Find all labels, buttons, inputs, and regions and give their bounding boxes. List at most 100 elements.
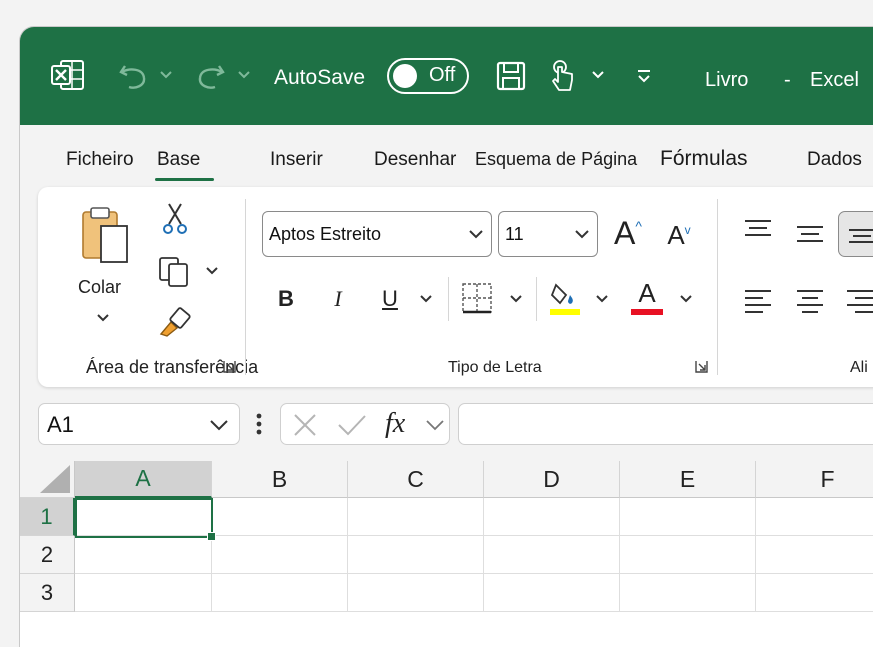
spreadsheet-grid: A B C D E F 1 2 3	[20, 461, 873, 647]
select-all-triangle-icon	[40, 465, 70, 493]
chevron-down-icon[interactable]	[425, 419, 445, 431]
toolbar-divider	[448, 277, 449, 321]
align-top-icon[interactable]	[742, 217, 774, 241]
select-all-button[interactable]	[20, 461, 75, 498]
toolbar-divider	[536, 277, 537, 321]
shrink-font-icon[interactable]: Av	[662, 217, 696, 253]
redo-dropdown-chevron-icon[interactable]	[236, 67, 252, 83]
column-header-b[interactable]: B	[212, 461, 348, 498]
align-middle-icon[interactable]	[794, 221, 826, 245]
row-header-3[interactable]: 3	[20, 574, 75, 612]
cell[interactable]	[484, 498, 620, 536]
name-box[interactable]: A1	[38, 403, 240, 445]
copy-dropdown-chevron-icon[interactable]	[204, 265, 220, 277]
touch-mode-icon[interactable]	[546, 57, 580, 95]
alignment-group-label: Ali	[850, 359, 868, 376]
enter-icon[interactable]	[337, 413, 367, 437]
italic-button[interactable]: I	[324, 283, 352, 315]
paste-dropdown-chevron-icon[interactable]	[94, 311, 112, 325]
tab-inserir[interactable]: Inserir	[270, 149, 323, 171]
paste-icon[interactable]	[78, 203, 140, 269]
borders-icon[interactable]	[460, 281, 494, 315]
document-name[interactable]: Livro	[705, 69, 748, 92]
tab-base[interactable]: Base	[154, 149, 215, 181]
column-header-a[interactable]: A	[75, 461, 212, 498]
title-bar: AutoSave Off Livro - Excel	[20, 27, 873, 125]
ribbon-panel: Colar Área de transferência Aptos Estrei…	[38, 187, 873, 387]
app-name: Excel	[810, 69, 859, 91]
formula-controls: fx	[280, 403, 450, 445]
column-header-e[interactable]: E	[620, 461, 756, 498]
cell[interactable]	[212, 536, 348, 574]
more-options-icon[interactable]	[252, 409, 266, 439]
save-icon[interactable]	[494, 59, 528, 93]
paste-label[interactable]: Colar	[78, 277, 121, 298]
cut-icon[interactable]	[160, 201, 190, 237]
autosave-toggle[interactable]: Off	[387, 58, 469, 94]
tab-desenhar[interactable]: Desenhar	[374, 149, 456, 171]
borders-dropdown-chevron-icon[interactable]	[508, 293, 524, 305]
cell[interactable]	[620, 574, 756, 612]
format-painter-icon[interactable]	[156, 303, 192, 339]
column-header-f[interactable]: F	[756, 461, 873, 498]
cancel-icon[interactable]	[293, 413, 317, 437]
row-header-1[interactable]: 1	[20, 498, 75, 536]
undo-dropdown-chevron-icon[interactable]	[158, 67, 174, 83]
autosave-state: Off	[429, 64, 456, 86]
formula-input[interactable]	[458, 403, 873, 445]
tab-esquema-de-pagina[interactable]: Esquema de Página	[475, 149, 637, 170]
cell[interactable]	[756, 536, 873, 574]
row-header-2[interactable]: 2	[20, 536, 75, 574]
chevron-down-icon	[575, 230, 589, 239]
font-name-select[interactable]: Aptos Estreito	[262, 211, 492, 257]
tab-ficheiro[interactable]: Ficheiro	[66, 149, 134, 171]
fill-color-icon[interactable]	[548, 279, 582, 317]
cell[interactable]	[756, 498, 873, 536]
cell[interactable]	[212, 574, 348, 612]
tab-dados[interactable]: Dados	[807, 149, 862, 171]
font-color-dropdown-chevron-icon[interactable]	[678, 293, 694, 305]
cell[interactable]	[75, 536, 212, 574]
customize-toolbar-icon[interactable]	[634, 67, 654, 85]
font-color-glyph: A	[638, 278, 656, 308]
copy-icon[interactable]	[156, 253, 192, 289]
undo-icon[interactable]	[116, 59, 150, 93]
align-bottom-button[interactable]	[838, 211, 873, 257]
cell[interactable]	[75, 574, 212, 612]
grow-font-icon[interactable]: A ^	[610, 213, 646, 253]
cell[interactable]	[620, 498, 756, 536]
cell[interactable]	[484, 536, 620, 574]
cell[interactable]	[484, 574, 620, 612]
column-header-c[interactable]: C	[348, 461, 484, 498]
clipboard-launcher-icon[interactable]	[222, 359, 236, 373]
font-size-select[interactable]: 11	[498, 211, 598, 257]
shrink-font-glyph: A	[667, 219, 685, 250]
align-left-icon[interactable]	[742, 287, 774, 315]
cell[interactable]	[348, 574, 484, 612]
excel-window: AutoSave Off Livro - Excel Ficheiro Base…	[20, 27, 873, 647]
cell[interactable]	[756, 574, 873, 612]
align-right-icon[interactable]	[844, 287, 873, 315]
cell[interactable]	[348, 536, 484, 574]
redo-icon[interactable]	[194, 59, 228, 93]
cell[interactable]	[620, 536, 756, 574]
underline-dropdown-chevron-icon[interactable]	[418, 293, 434, 305]
fill-color-dropdown-chevron-icon[interactable]	[594, 293, 610, 305]
toggle-knob	[393, 64, 417, 88]
insert-function-button[interactable]: fx	[385, 408, 405, 440]
align-center-icon[interactable]	[794, 287, 826, 315]
tab-formulas[interactable]: Fórmulas	[660, 147, 748, 171]
align-bottom-icon	[849, 229, 873, 243]
fill-handle[interactable]	[207, 532, 216, 541]
font-size-value: 11	[505, 223, 524, 244]
font-launcher-icon[interactable]	[694, 359, 708, 373]
underline-button[interactable]: U	[376, 283, 404, 315]
touch-mode-chevron-icon[interactable]	[590, 67, 606, 83]
active-cell-a1[interactable]	[75, 498, 216, 541]
name-box-value: A1	[47, 412, 74, 437]
column-header-d[interactable]: D	[484, 461, 620, 498]
bold-button[interactable]: B	[272, 283, 300, 315]
cell[interactable]	[348, 498, 484, 536]
font-color-icon[interactable]: A	[630, 277, 664, 317]
cell[interactable]	[212, 498, 348, 536]
